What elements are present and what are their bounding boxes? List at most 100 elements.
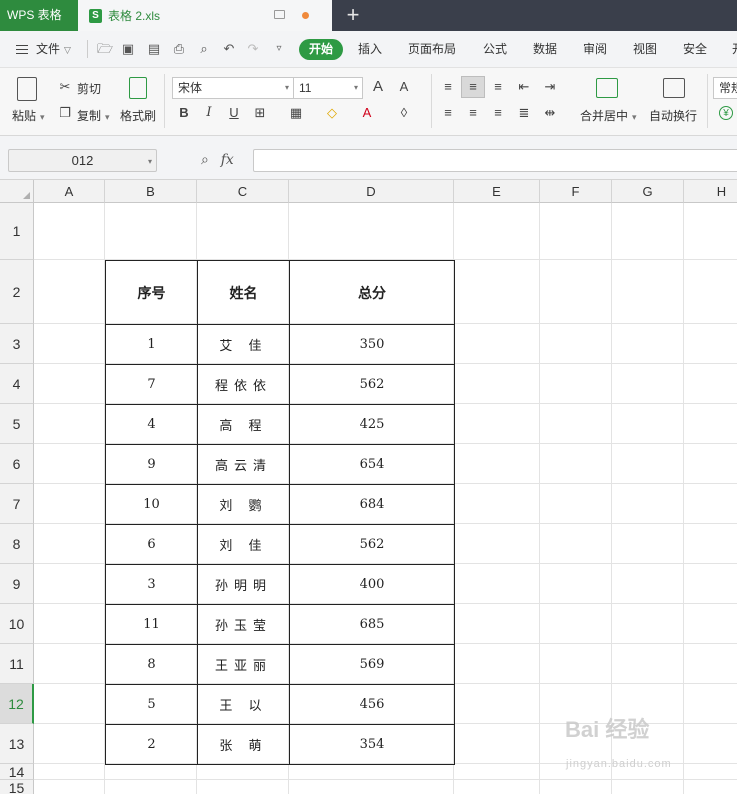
redo-icon[interactable]: ↷ <box>246 42 260 56</box>
name-cell[interactable]: 程依依 <box>197 364 290 405</box>
row-header-7[interactable]: 7 <box>0 484 34 524</box>
scissors-icon[interactable]: ✂ <box>58 80 72 94</box>
header-cell[interactable]: 总分 <box>289 260 455 325</box>
row-header-3[interactable]: 3 <box>0 324 34 364</box>
merge-center-button[interactable]: 合并居中 ▾ <box>580 107 637 124</box>
wrap-text-icon[interactable] <box>663 78 685 98</box>
tab-security[interactable]: 安全 <box>683 31 707 67</box>
app-tab[interactable]: WPS 表格 <box>0 0 78 31</box>
score-cell[interactable]: 684 <box>289 484 455 525</box>
row-header-13[interactable]: 13 <box>0 724 34 764</box>
print-icon[interactable]: ⎙ <box>172 42 186 56</box>
id-cell[interactable]: 6 <box>105 524 198 565</box>
header-cell[interactable]: 姓名 <box>197 260 290 325</box>
score-cell[interactable]: 685 <box>289 604 455 645</box>
save-icon[interactable]: ▣ <box>121 42 135 56</box>
align-right-icon[interactable]: ≡ <box>491 106 505 120</box>
cut-button[interactable]: 剪切 <box>77 80 101 97</box>
name-box[interactable]: 012 ▾ <box>8 149 157 172</box>
underline-icon[interactable]: U <box>227 106 241 120</box>
id-cell[interactable]: 7 <box>105 364 198 405</box>
currency-icon[interactable]: ¥ <box>719 106 733 120</box>
decrease-font-icon[interactable]: A <box>397 80 411 94</box>
tab-formula[interactable]: 公式 <box>483 31 507 67</box>
tab-start[interactable]: 开始 <box>299 39 343 60</box>
name-cell[interactable]: 张 萌 <box>197 724 290 765</box>
tab-insert[interactable]: 插入 <box>358 31 382 67</box>
id-cell[interactable]: 3 <box>105 564 198 605</box>
paste-icon[interactable] <box>17 77 37 101</box>
column-header-f[interactable]: F <box>540 180 612 203</box>
formula-input[interactable] <box>253 149 737 172</box>
name-cell[interactable]: 高云清 <box>197 444 290 485</box>
row-header-10[interactable]: 10 <box>0 604 34 644</box>
tab-view[interactable]: 视图 <box>633 31 657 67</box>
id-cell[interactable]: 9 <box>105 444 198 485</box>
id-cell[interactable]: 5 <box>105 684 198 725</box>
score-cell[interactable]: 654 <box>289 444 455 485</box>
name-cell[interactable]: 刘 鹦 <box>197 484 290 525</box>
row-header-8[interactable]: 8 <box>0 524 34 564</box>
row-header-15[interactable]: 15 <box>0 780 34 794</box>
new-tab-button[interactable]: + <box>338 0 368 31</box>
row-header-12[interactable]: 12 <box>0 684 34 724</box>
column-header-c[interactable]: C <box>197 180 289 203</box>
name-cell[interactable]: 刘 佳 <box>197 524 290 565</box>
score-cell[interactable]: 425 <box>289 404 455 445</box>
font-size-select[interactable]: 11 ▾ <box>293 77 363 99</box>
score-cell[interactable]: 354 <box>289 724 455 765</box>
indent-icon[interactable]: ⇥ <box>543 80 557 94</box>
score-cell[interactable]: 350 <box>289 324 455 365</box>
open-icon[interactable]: 🗁 <box>97 42 113 56</box>
window-mode-icon[interactable] <box>274 10 285 19</box>
id-cell[interactable]: 10 <box>105 484 198 525</box>
row-header-2[interactable]: 2 <box>0 260 34 324</box>
format-painter-icon[interactable] <box>129 77 147 99</box>
export-pdf-icon[interactable]: ▤ <box>147 42 161 56</box>
column-header-e[interactable]: E <box>454 180 540 203</box>
column-header-h[interactable]: H <box>684 180 737 203</box>
column-header-d[interactable]: D <box>289 180 454 203</box>
distribute-icon[interactable]: ⇹ <box>543 106 557 120</box>
column-header-b[interactable]: B <box>105 180 197 203</box>
id-cell[interactable]: 11 <box>105 604 198 645</box>
wrap-text-button[interactable]: 自动换行 <box>649 107 697 124</box>
fx-icon[interactable]: fx <box>221 152 234 168</box>
copy-icon[interactable]: ❐ <box>58 106 72 120</box>
clear-format-icon[interactable]: ◊ <box>397 106 411 120</box>
tab-review[interactable]: 审阅 <box>583 31 607 67</box>
hamburger-icon[interactable] <box>16 45 28 54</box>
id-cell[interactable]: 4 <box>105 404 198 445</box>
row-header-11[interactable]: 11 <box>0 644 34 684</box>
name-cell[interactable]: 高 程 <box>197 404 290 445</box>
score-cell[interactable]: 569 <box>289 644 455 685</box>
fill-color-icon[interactable]: ◇ <box>325 106 339 120</box>
name-cell[interactable]: 王亚丽 <box>197 644 290 685</box>
name-cell[interactable]: 孙明明 <box>197 564 290 605</box>
id-cell[interactable]: 8 <box>105 644 198 685</box>
select-all-corner[interactable] <box>0 180 34 203</box>
increase-font-icon[interactable]: A <box>371 79 385 94</box>
format-painter-button[interactable]: 格式刷 <box>120 107 156 124</box>
row-header-5[interactable]: 5 <box>0 404 34 444</box>
name-cell[interactable]: 王 以 <box>197 684 290 725</box>
align-center-icon[interactable]: ≡ <box>466 106 480 120</box>
document-tab[interactable]: S 表格 2.xls <box>78 0 332 31</box>
align-bottom-icon[interactable]: ≡ <box>491 80 505 94</box>
outdent-icon[interactable]: ⇤ <box>517 80 531 94</box>
print-preview-icon[interactable]: ⌕ <box>197 42 211 56</box>
row-header-14[interactable]: 14 <box>0 764 34 780</box>
customize-icon[interactable]: ▿ <box>272 42 286 56</box>
name-cell[interactable]: 艾 佳 <box>197 324 290 365</box>
row-header-9[interactable]: 9 <box>0 564 34 604</box>
justify-icon[interactable]: ≣ <box>517 106 531 120</box>
tab-data[interactable]: 数据 <box>533 31 557 67</box>
undo-icon[interactable]: ↶ <box>222 42 236 56</box>
zoom-icon[interactable]: ⌕ <box>201 151 209 167</box>
bold-icon[interactable]: B <box>177 106 191 120</box>
font-color-icon[interactable]: A <box>360 106 374 120</box>
file-menu[interactable]: 文件 ▽ <box>36 31 71 67</box>
id-cell[interactable]: 2 <box>105 724 198 765</box>
row-header-4[interactable]: 4 <box>0 364 34 404</box>
score-cell[interactable]: 562 <box>289 364 455 405</box>
